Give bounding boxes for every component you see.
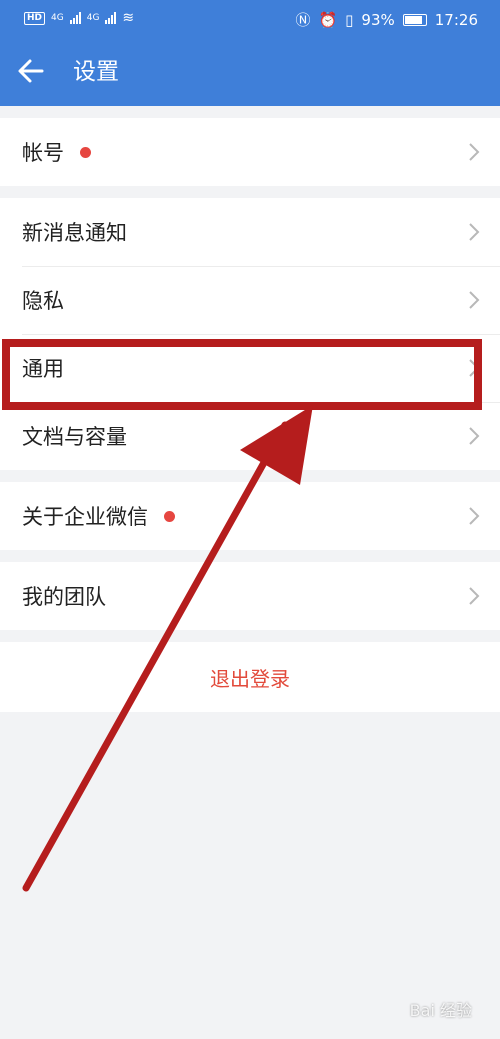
signal-icon [69,12,81,24]
settings-item-my-team[interactable]: 我的团队 [0,562,500,630]
arrow-left-icon[interactable] [16,56,46,86]
settings-item-label: 帐号 [22,141,64,165]
annotation-highlight-box [2,339,482,410]
settings-group-team: 我的团队 [0,562,500,630]
settings-item-label: 新消息通知 [22,221,127,245]
chevron-right-icon [469,223,480,241]
vibrate-icon: ▯ [345,10,354,29]
settings-item-label: 关于企业微信 [22,505,148,529]
nfc-icon: Ⓝ [295,11,311,29]
battery-icon [402,13,427,26]
watermark: Bai 经验 [409,1001,472,1020]
settings-item-about[interactable]: 关于企业微信 [0,482,500,550]
app-header: HD 4G 4G ≋ Ⓝ ⏰ ▯ 93% 17:26 设置 [0,0,500,106]
logout-button[interactable]: 退出登录 [0,642,500,712]
chevron-right-icon [469,427,480,445]
settings-item-label: 我的团队 [22,585,106,609]
chevron-right-icon [469,143,480,161]
page-title: 设置 [73,59,119,85]
settings-item-docs-storage[interactable]: 文档与容量 [0,402,500,470]
settings-group-about: 关于企业微信 [0,482,500,550]
settings-item-account[interactable]: 帐号 [0,118,500,186]
settings-item-privacy[interactable]: 隐私 [0,266,500,334]
notification-dot [164,510,175,522]
signal-icon-2 [105,12,117,24]
settings-group-account: 帐号 [0,118,500,186]
settings-item-notifications[interactable]: 新消息通知 [0,198,500,266]
notification-dot [80,146,91,158]
chevron-right-icon [469,291,480,309]
clock-time: 17:26 [434,10,478,29]
chevron-right-icon [469,507,480,525]
status-bar: HD 4G 4G ≋ Ⓝ ⏰ ▯ 93% 17:26 [0,0,500,38]
settings-item-label: 文档与容量 [22,425,127,449]
network-label-2: 4G [86,13,100,23]
network-label-1: 4G [51,13,64,23]
chevron-right-icon [469,587,480,605]
settings-item-label: 隐私 [22,289,64,313]
settings-group-main: 新消息通知 隐私 通用 文档与容量 [0,198,500,470]
hd-badge: HD [24,11,46,25]
alarm-icon: ⏰ [318,10,338,29]
battery-percent: 93% [361,10,395,29]
wifi-icon: ≋ [122,10,135,26]
